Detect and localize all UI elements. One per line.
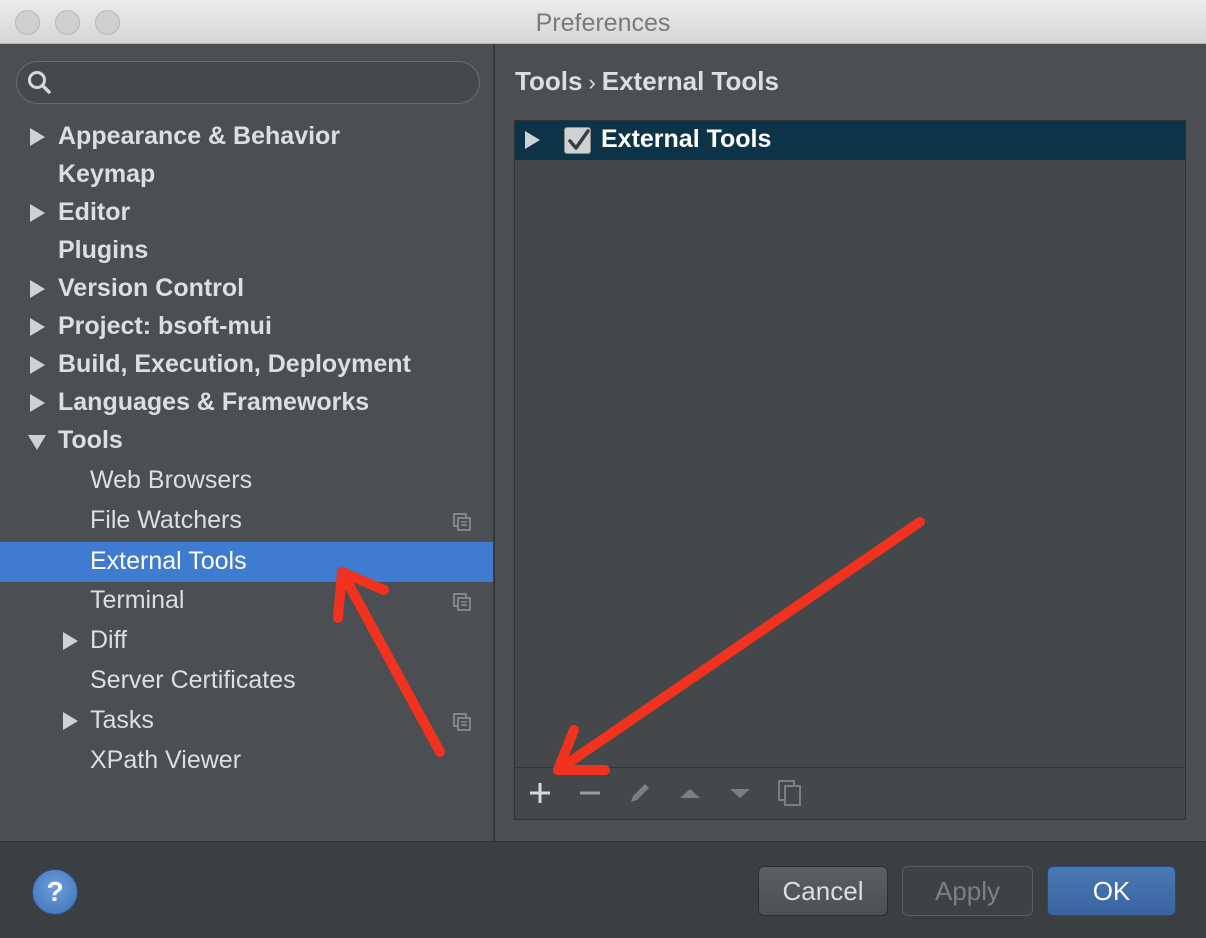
sidebar-item-file-watchers[interactable]: File Watchers — [0, 501, 493, 541]
breadcrumb-parent: Tools — [515, 66, 583, 96]
add-icon[interactable] — [525, 778, 555, 808]
sidebar-item-diff[interactable]: Diff — [0, 621, 493, 661]
collapse-arrow-icon[interactable] — [28, 435, 46, 450]
sidebar-item-external-tools[interactable]: External Tools — [0, 542, 493, 582]
expand-arrow-icon[interactable] — [63, 632, 78, 650]
apply-button[interactable]: Apply — [902, 866, 1033, 916]
breadcrumb-separator: › — [588, 70, 596, 95]
expand-arrow-icon[interactable] — [30, 128, 45, 146]
project-settings-icon — [453, 713, 471, 731]
search-icon — [28, 71, 51, 94]
settings-search-input[interactable] — [16, 61, 480, 104]
remove-icon[interactable] — [575, 778, 605, 808]
expand-arrow-icon[interactable] — [30, 280, 45, 298]
sidebar-item-appearance-behavior[interactable]: Appearance & Behavior — [0, 117, 493, 157]
breadcrumb-current: External Tools — [601, 66, 779, 96]
sidebar-item-xpath-viewer[interactable]: XPath Viewer — [0, 741, 493, 781]
external-tools-tree[interactable] — [514, 120, 1186, 820]
external-tools-group-label: External Tools — [601, 125, 772, 153]
sidebar-item-version-control[interactable]: Version Control — [0, 269, 493, 309]
expand-arrow-icon[interactable] — [30, 204, 45, 222]
project-settings-icon — [453, 593, 471, 611]
sidebar-item-editor[interactable]: Editor — [0, 193, 493, 233]
ok-button[interactable]: OK — [1047, 866, 1176, 916]
external-tools-group-checkbox[interactable] — [564, 127, 591, 154]
sidebar-item-project[interactable]: Project: bsoft-mui — [0, 307, 493, 347]
expand-arrow-icon[interactable] — [525, 131, 540, 149]
expand-arrow-icon[interactable] — [30, 394, 45, 412]
title-bar: Preferences — [0, 0, 1206, 44]
sidebar-item-tasks[interactable]: Tasks — [0, 701, 493, 741]
sidebar-item-web-browsers[interactable]: Web Browsers — [0, 461, 493, 501]
help-button[interactable]: ? — [32, 869, 78, 915]
expand-arrow-icon[interactable] — [30, 318, 45, 336]
tree-toolbar — [515, 767, 1185, 819]
sidebar-item-tools[interactable]: Tools — [0, 421, 493, 461]
check-icon — [568, 129, 590, 150]
sidebar-item-build-execution-deployment[interactable]: Build, Execution, Deployment — [0, 345, 493, 385]
sidebar-item-server-certificates[interactable]: Server Certificates — [0, 661, 493, 701]
sidebar-item-plugins[interactable]: Plugins — [0, 231, 493, 271]
move-up-icon[interactable] — [675, 778, 705, 808]
sidebar-item-languages-frameworks[interactable]: Languages & Frameworks — [0, 383, 493, 423]
copy-icon[interactable] — [775, 778, 805, 808]
window-title: Preferences — [535, 9, 671, 37]
breadcrumb: Tools › External Tools — [515, 66, 779, 97]
move-down-icon[interactable] — [725, 778, 755, 808]
expand-arrow-icon[interactable] — [30, 356, 45, 374]
project-settings-icon — [453, 513, 471, 531]
sidebar-item-keymap[interactable]: Keymap — [0, 155, 493, 195]
edit-icon[interactable] — [625, 778, 655, 808]
sidebar-item-terminal[interactable]: Terminal — [0, 581, 493, 621]
expand-arrow-icon[interactable] — [63, 712, 78, 730]
cancel-button[interactable]: Cancel — [758, 866, 888, 916]
